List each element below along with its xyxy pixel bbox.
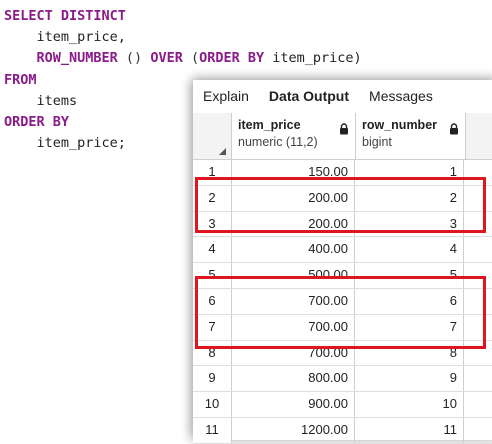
table-row[interactable]: 8 700.00 8	[193, 340, 492, 367]
column-type: bigint	[362, 135, 392, 149]
select-all-triangle-icon[interactable]	[219, 148, 226, 155]
cell-row-number[interactable]: 9	[355, 366, 464, 392]
cell-row-number[interactable]: 10	[355, 392, 464, 417]
row-index[interactable]: 9	[193, 366, 232, 392]
lock-icon	[450, 123, 458, 135]
sql-orderby-column: item_price;	[36, 135, 126, 152]
tab-data-output[interactable]: Data Output	[259, 80, 359, 113]
row-index[interactable]: 3	[193, 211, 232, 237]
column-header-row-number[interactable]: row_number bigint	[356, 113, 466, 159]
sql-row-number-fn: ROW_NUMBER	[36, 50, 118, 67]
sql-orderby-keyword: ORDER BY	[4, 114, 70, 131]
cell-item-price[interactable]: 400.00	[232, 237, 355, 263]
table-row[interactable]: 4 400.00 4	[193, 237, 492, 264]
cell-row-number[interactable]: 4	[355, 237, 464, 263]
sql-table-name: items	[36, 92, 78, 109]
sql-over-keyword: OVER	[150, 50, 183, 67]
row-index[interactable]: 4	[193, 237, 232, 263]
table-row[interactable]: 3 200.00 3	[193, 211, 492, 238]
sql-open-paren: (	[182, 50, 200, 67]
grid-header: item_price numeric (11,2) row_number big…	[193, 113, 492, 160]
cell-item-price[interactable]: 900.00	[232, 392, 355, 417]
cell-row-number[interactable]: 7	[355, 314, 464, 340]
cell-item-price[interactable]: 700.00	[232, 340, 355, 366]
sql-from-keyword: FROM	[4, 71, 37, 88]
results-panel: Explain Data Output Messages item_price …	[193, 80, 492, 444]
cell-item-price[interactable]: 800.00	[232, 366, 355, 392]
lock-icon	[340, 123, 348, 135]
data-output-grid: item_price numeric (11,2) row_number big…	[193, 113, 492, 444]
cell-item-price[interactable]: 200.00	[232, 211, 355, 237]
row-index[interactable]: 8	[193, 340, 232, 366]
column-type: numeric (11,2)	[238, 135, 318, 149]
row-index[interactable]: 2	[193, 185, 232, 211]
cell-item-price[interactable]: 1200.00	[232, 417, 355, 443]
row-index[interactable]: 7	[193, 314, 232, 340]
row-index[interactable]: 11	[193, 417, 232, 443]
cell-row-number[interactable]: 5	[355, 263, 464, 288]
table-row[interactable]: 7 700.00 7	[193, 314, 492, 341]
table-row[interactable]: 10 900.00 10	[193, 392, 492, 418]
table-row[interactable]: 1 150.00 1	[193, 160, 492, 186]
tab-explain[interactable]: Explain	[193, 80, 259, 113]
sql-select-column: item_price,	[36, 29, 126, 46]
sql-over-orderby-column: item_price)	[264, 50, 362, 67]
table-row[interactable]: 9 800.00 9	[193, 366, 492, 393]
sql-select-keyword: SELECT DISTINCT	[4, 8, 126, 24]
cell-item-price[interactable]: 150.00	[232, 160, 355, 185]
sql-paren: ()	[117, 50, 151, 67]
cell-item-price[interactable]: 700.00	[232, 288, 355, 314]
row-index[interactable]: 1	[193, 160, 232, 185]
table-row[interactable]: 6 700.00 6	[193, 288, 492, 315]
cell-row-number[interactable]: 6	[355, 288, 464, 314]
table-row[interactable]: 11 1200.00 11	[193, 417, 492, 444]
tab-messages[interactable]: Messages	[359, 80, 443, 113]
column-header-item-price[interactable]: item_price numeric (11,2)	[232, 113, 356, 159]
cell-row-number[interactable]: 2	[355, 185, 464, 211]
sql-over-orderby-keyword: ORDER BY	[199, 50, 265, 67]
row-number-header[interactable]	[193, 113, 232, 159]
table-row[interactable]: 5 500.00 5	[193, 263, 492, 289]
results-tabs: Explain Data Output Messages	[193, 80, 492, 114]
column-name: row_number	[362, 118, 438, 132]
cell-row-number[interactable]: 11	[355, 417, 464, 443]
cell-row-number[interactable]: 8	[355, 340, 464, 366]
cell-row-number[interactable]: 1	[355, 160, 464, 185]
row-index[interactable]: 10	[193, 392, 232, 417]
row-index[interactable]: 5	[193, 263, 232, 288]
column-name: item_price	[238, 118, 301, 132]
table-row[interactable]: 2 200.00 2	[193, 185, 492, 212]
cell-item-price[interactable]: 700.00	[232, 314, 355, 340]
cell-row-number[interactable]: 3	[355, 211, 464, 237]
row-index[interactable]: 6	[193, 288, 232, 314]
cell-item-price[interactable]: 200.00	[232, 185, 355, 211]
cell-item-price[interactable]: 500.00	[232, 263, 355, 288]
